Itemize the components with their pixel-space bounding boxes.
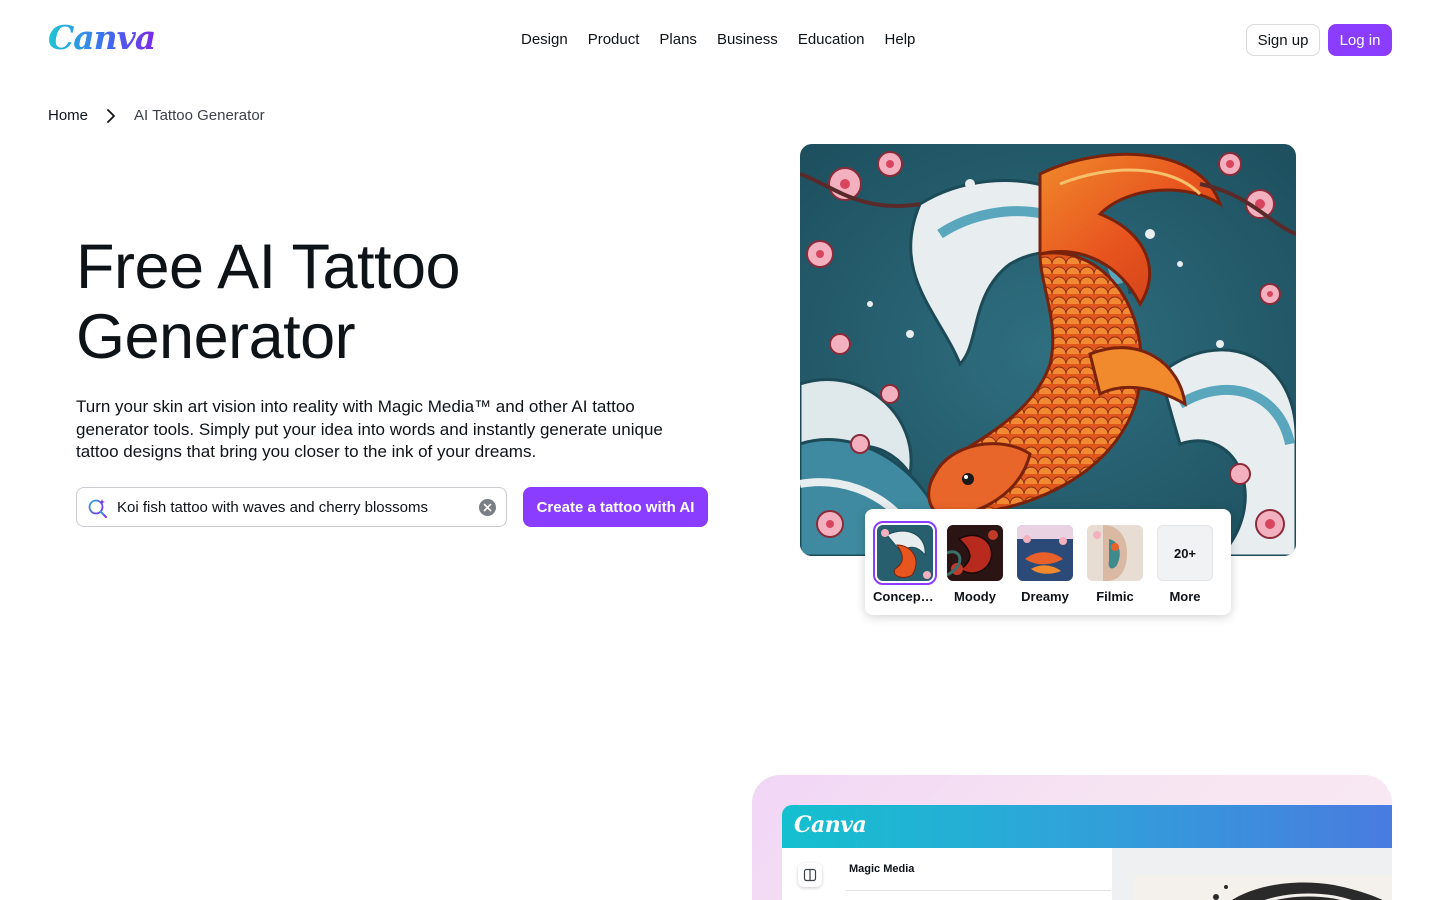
chevron-right-icon	[102, 107, 120, 125]
more-styles-count: 20+	[1157, 525, 1213, 581]
editor-preview: Canva Magic Media	[752, 775, 1392, 900]
canva-logo[interactable]: Canva	[48, 18, 156, 57]
style-picker: Concept ... Moody Dreamy Filmic 20+ More	[865, 509, 1231, 615]
hero-description: Turn your skin art vision into reality w…	[76, 397, 663, 461]
nav-item-plans[interactable]: Plans	[659, 30, 697, 50]
panel-icon	[798, 863, 822, 887]
create-tattoo-button[interactable]: Create a tattoo with AI	[523, 487, 708, 527]
clear-icon[interactable]	[479, 499, 496, 516]
editor-window: Canva Magic Media	[782, 805, 1392, 900]
style-option-filmic[interactable]: Filmic	[1083, 521, 1147, 604]
prompt-input[interactable]	[117, 488, 467, 526]
breadcrumb-home-link[interactable]: Home	[48, 106, 88, 126]
style-label: Filmic	[1096, 589, 1134, 604]
site-header: Canva Design Product Plans Business Educ…	[0, 0, 1440, 80]
magic-media-panel-title: Magic Media	[849, 863, 915, 875]
style-label: Concept ...	[873, 589, 937, 604]
prompt-search-box	[76, 487, 507, 527]
nav-item-education[interactable]: Education	[798, 30, 865, 50]
page-title-line-2: Generator	[76, 302, 356, 372]
style-option-more[interactable]: 20+ More	[1153, 521, 1217, 604]
style-label: Dreamy	[1021, 589, 1069, 604]
style-thumbnail	[947, 525, 1003, 581]
nav-item-product[interactable]: Product	[588, 30, 640, 50]
koi-tattoo-image	[800, 144, 1296, 556]
style-option-moody[interactable]: Moody	[943, 521, 1007, 604]
page-title: Free AI Tattoo Generator	[76, 232, 696, 372]
nav-item-business[interactable]: Business	[717, 30, 778, 50]
nav-item-help[interactable]: Help	[885, 30, 916, 50]
sign-up-button[interactable]: Sign up	[1246, 24, 1320, 56]
tattoo-sketch-image	[1134, 875, 1392, 900]
style-thumbnail	[1017, 525, 1073, 581]
style-label: Moody	[954, 589, 996, 604]
style-option-concept-art[interactable]: Concept ...	[873, 521, 937, 604]
divider	[846, 890, 1111, 891]
style-label: More	[1169, 589, 1201, 604]
editor-top-bar: Canva	[782, 805, 1392, 848]
breadcrumb: Home AI Tattoo Generator	[48, 106, 265, 126]
style-thumbnail	[1087, 525, 1143, 581]
search-sparkle-icon	[87, 497, 109, 519]
main-nav: Design Product Plans Business Education …	[521, 30, 915, 50]
style-option-dreamy[interactable]: Dreamy	[1013, 521, 1077, 604]
style-thumbnail	[873, 521, 937, 585]
page-title-line-1: Free AI Tattoo	[76, 232, 461, 302]
editor-logo: Canva	[794, 812, 867, 838]
nav-item-design[interactable]: Design	[521, 30, 568, 50]
log-in-button[interactable]: Log in	[1328, 24, 1392, 56]
breadcrumb-current: AI Tattoo Generator	[134, 107, 265, 124]
